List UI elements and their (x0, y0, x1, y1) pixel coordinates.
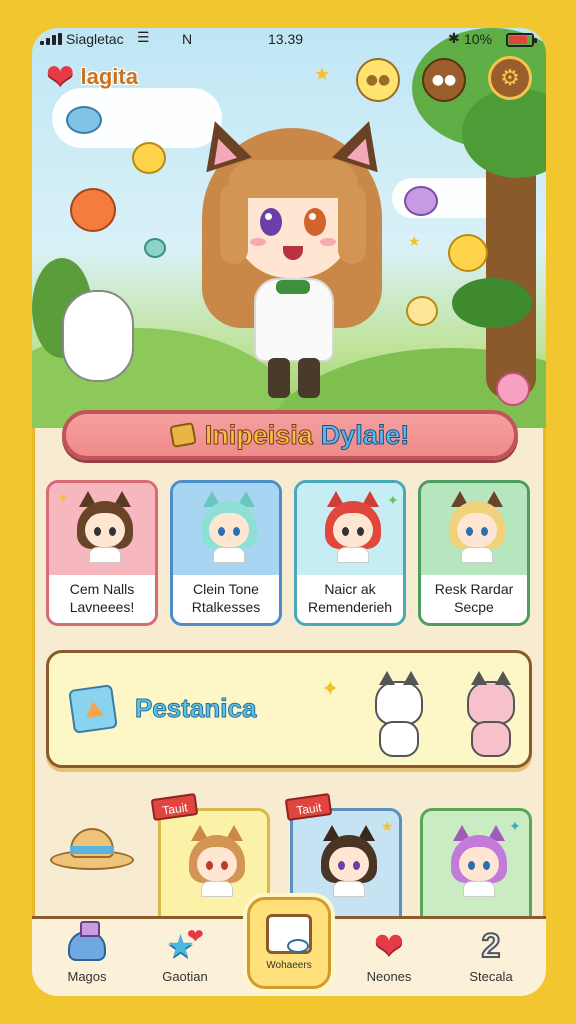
nav-item-magos[interactable]: Magos (42, 921, 132, 984)
purple-critter (404, 186, 438, 216)
sparkle-icon: ✦ (321, 677, 340, 702)
sparkle-icon: ★ (408, 234, 421, 250)
hat-icon[interactable] (50, 828, 134, 872)
pink-cat-icon (467, 671, 515, 725)
event-title: Inipeisia Dylaie! (204, 419, 410, 451)
event-banner-button[interactable]: Inipeisia Dylaie! (62, 410, 518, 460)
shop-title: Pestanica (134, 693, 257, 724)
blue-cat-critter (66, 106, 102, 134)
creature-icon[interactable]: ●● (422, 58, 466, 102)
nav-item-neones[interactable]: ❤ Neones (344, 923, 434, 984)
character-name-line2: Rtalkesses (191, 599, 261, 615)
character-name: Cem Nalls Lavneees! (53, 575, 151, 621)
character-portrait (321, 825, 377, 897)
cupcake-critter (406, 296, 438, 326)
pink-cat-body (471, 721, 511, 757)
sparkle-icon: ✦ (57, 491, 69, 507)
gift-icon (168, 422, 197, 448)
status-bar: Siagletac ☰ N 13.39 ✱ 10% (32, 28, 546, 50)
player-badge[interactable]: ❤ lagita (46, 60, 138, 94)
shop-banner-button[interactable]: Pestanica ✦ (46, 650, 532, 768)
hero-scene: Siagletac ☰ N 13.39 ✱ 10% ❤ lagita ●● ●●… (32, 28, 546, 428)
sparkle-icon: ✦ (387, 493, 399, 509)
player-name: lagita (80, 64, 138, 89)
nav-item-stecala[interactable]: 2 Stecala (446, 923, 536, 985)
character-card[interactable]: ✦ Naicr ak Remenderieh (294, 480, 406, 626)
character-portrait (325, 491, 381, 563)
character-name: Clein Tone Rtalkesses (177, 575, 275, 621)
sparkle-icon: ★ (314, 64, 331, 85)
signal-icon (40, 33, 62, 45)
flower-icon (496, 372, 530, 406)
yellow-critter (132, 142, 166, 174)
nav-label: Neones (366, 969, 412, 984)
nav-item-wohaeers[interactable]: Wohaeers (247, 897, 331, 989)
bluetooth-icon: ✱ (448, 30, 460, 46)
heart-icon: ❤ (46, 57, 75, 97)
bottom-nav: Magos ★ ❤ Gaotian Wohaeers ❤ Neones 2 St… (32, 897, 546, 996)
slime-icon (68, 921, 106, 961)
sparkle-icon: ★ (381, 819, 394, 835)
carrier-name: Siagletac (66, 31, 124, 47)
main-character[interactable] (182, 113, 402, 398)
game-screen: Siagletac ☰ N 13.39 ✱ 10% ❤ lagita ●● ●●… (32, 28, 546, 996)
character-name-line2: Remenderieh (307, 599, 393, 615)
clock: 13.39 (268, 31, 304, 47)
character-portrait (449, 491, 505, 563)
character-card[interactable]: Clein Tone Rtalkesses (170, 480, 282, 626)
heart-icon: ❤ (373, 925, 405, 966)
settings-icon[interactable]: ⚙ (488, 56, 532, 100)
nav-label: Wohaeers (266, 960, 312, 971)
character-name-line2: Secpe (454, 599, 494, 615)
board-icon (266, 914, 312, 954)
character-card-row: ✦ Cem Nalls Lavneees! Clein Tone Rtalkes… (46, 480, 530, 626)
character-name-line1: Naicr ak (324, 581, 376, 597)
character-portrait (451, 825, 507, 897)
battery-icon (506, 33, 537, 47)
character-name-line2: Lavneees! (69, 599, 135, 615)
number-two-icon: 2 (481, 926, 502, 966)
teal-critter (144, 238, 166, 258)
event-title-word1: Inipeisia (204, 419, 313, 450)
sparkle-icon: ✦ (509, 819, 521, 835)
character-name-line1: Resk Rardar (434, 581, 514, 597)
character-name-line1: Cem Nalls (69, 581, 135, 597)
character-name: Naicr ak Remenderieh (301, 575, 399, 621)
bush (452, 278, 532, 328)
chick-icon[interactable]: ●● (356, 58, 400, 102)
event-title-word2: Dylaie! (320, 419, 410, 450)
nav-label: Stecala (469, 969, 513, 984)
character-name: Resk Rardar Secpe (425, 575, 523, 621)
wifi-label: N (182, 31, 193, 47)
character-card[interactable]: Resk Rardar Secpe (418, 480, 530, 626)
white-cat-icon (375, 671, 423, 725)
character-portrait (201, 491, 257, 563)
white-cat-critter (62, 290, 134, 382)
battery-percent: 10% (464, 31, 493, 47)
white-cat-body (379, 721, 419, 757)
character-name-line1: Clein Tone (193, 581, 259, 597)
character-portrait (77, 491, 133, 563)
orange-critter (70, 188, 116, 232)
character-portrait (189, 825, 245, 897)
character-card[interactable]: ✦ Cem Nalls Lavneees! (46, 480, 158, 626)
heart-icon: ❤ (186, 925, 204, 948)
nav-item-gaotian[interactable]: ★ ❤ Gaotian (140, 923, 230, 985)
nav-label: Magos (67, 969, 107, 984)
gift-box-icon (68, 684, 118, 734)
nav-label: Gaotian (162, 969, 208, 984)
yellow-critter (448, 234, 488, 272)
wifi-icon: ☰ (137, 29, 150, 45)
